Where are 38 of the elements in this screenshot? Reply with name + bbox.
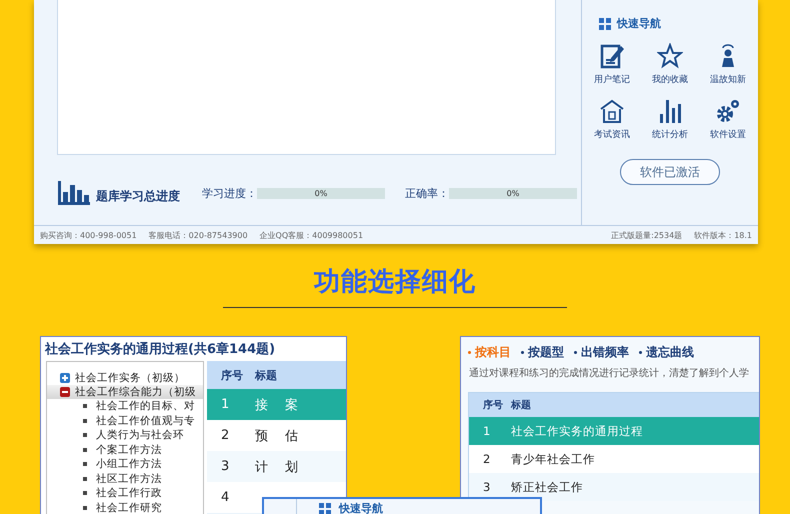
row-title: 社会工作实务的通用过程 [511,424,643,438]
row-title: 预 估 [255,428,300,444]
meter-label: 正确率： [405,186,449,200]
row-title: 接 案 [255,396,300,414]
status-text: 客服电话：020-87543900 [148,230,248,241]
row-number: 1 [220,397,230,412]
progress-reading: 0% [314,188,328,198]
description-text: 通过对课程和练习的完成情况进行记录统计，清楚了解到个人学 [468,366,750,380]
progress-reading: 0% [506,188,520,198]
quick-nav-label: 考试资讯 [594,128,630,141]
quick-nav-label: 温故知新 [710,74,746,86]
column-header: 序号 [220,368,244,382]
status-text: 软件版本：18.1 [694,230,752,241]
panel-title: 社会工作实务的通用过程(共6章144题) [44,340,276,359]
row-number: 2 [482,452,492,466]
quick-nav-label: 用户笔记 [594,74,630,86]
overlay-title: 快速导航 [339,501,383,514]
row-number: 3 [482,480,492,494]
quick-nav-title: 快速导航 [617,16,661,31]
progress-title: 题库学习总进度 [96,188,180,204]
quick-nav-label: 我的收藏 [652,74,688,86]
row-number: 4 [220,490,230,505]
column-header: 序号 [482,398,504,412]
status-text: 购买咨询：400-998-0051 [40,230,137,241]
column-header: 标题 [511,398,531,412]
status-text: 企业QQ客服：4009980051 [260,230,364,241]
row-title: 矫正社会工作 [511,480,583,494]
row-number: 3 [220,459,230,474]
status-text: 正式版题量:2534题 [611,230,682,241]
row-number: 2 [220,428,230,443]
row-number: 1 [482,424,492,438]
row-title: 计 划 [255,458,300,476]
meter-label: 学习进度： [202,186,257,200]
quick-nav-label: 软件设置 [710,128,746,141]
quick-nav-label: 统计分析 [652,128,688,141]
section-heading: 功能选择细化 [314,266,476,299]
row-title: 青少年社会工作 [511,452,595,466]
column-header: 标题 [255,368,277,382]
